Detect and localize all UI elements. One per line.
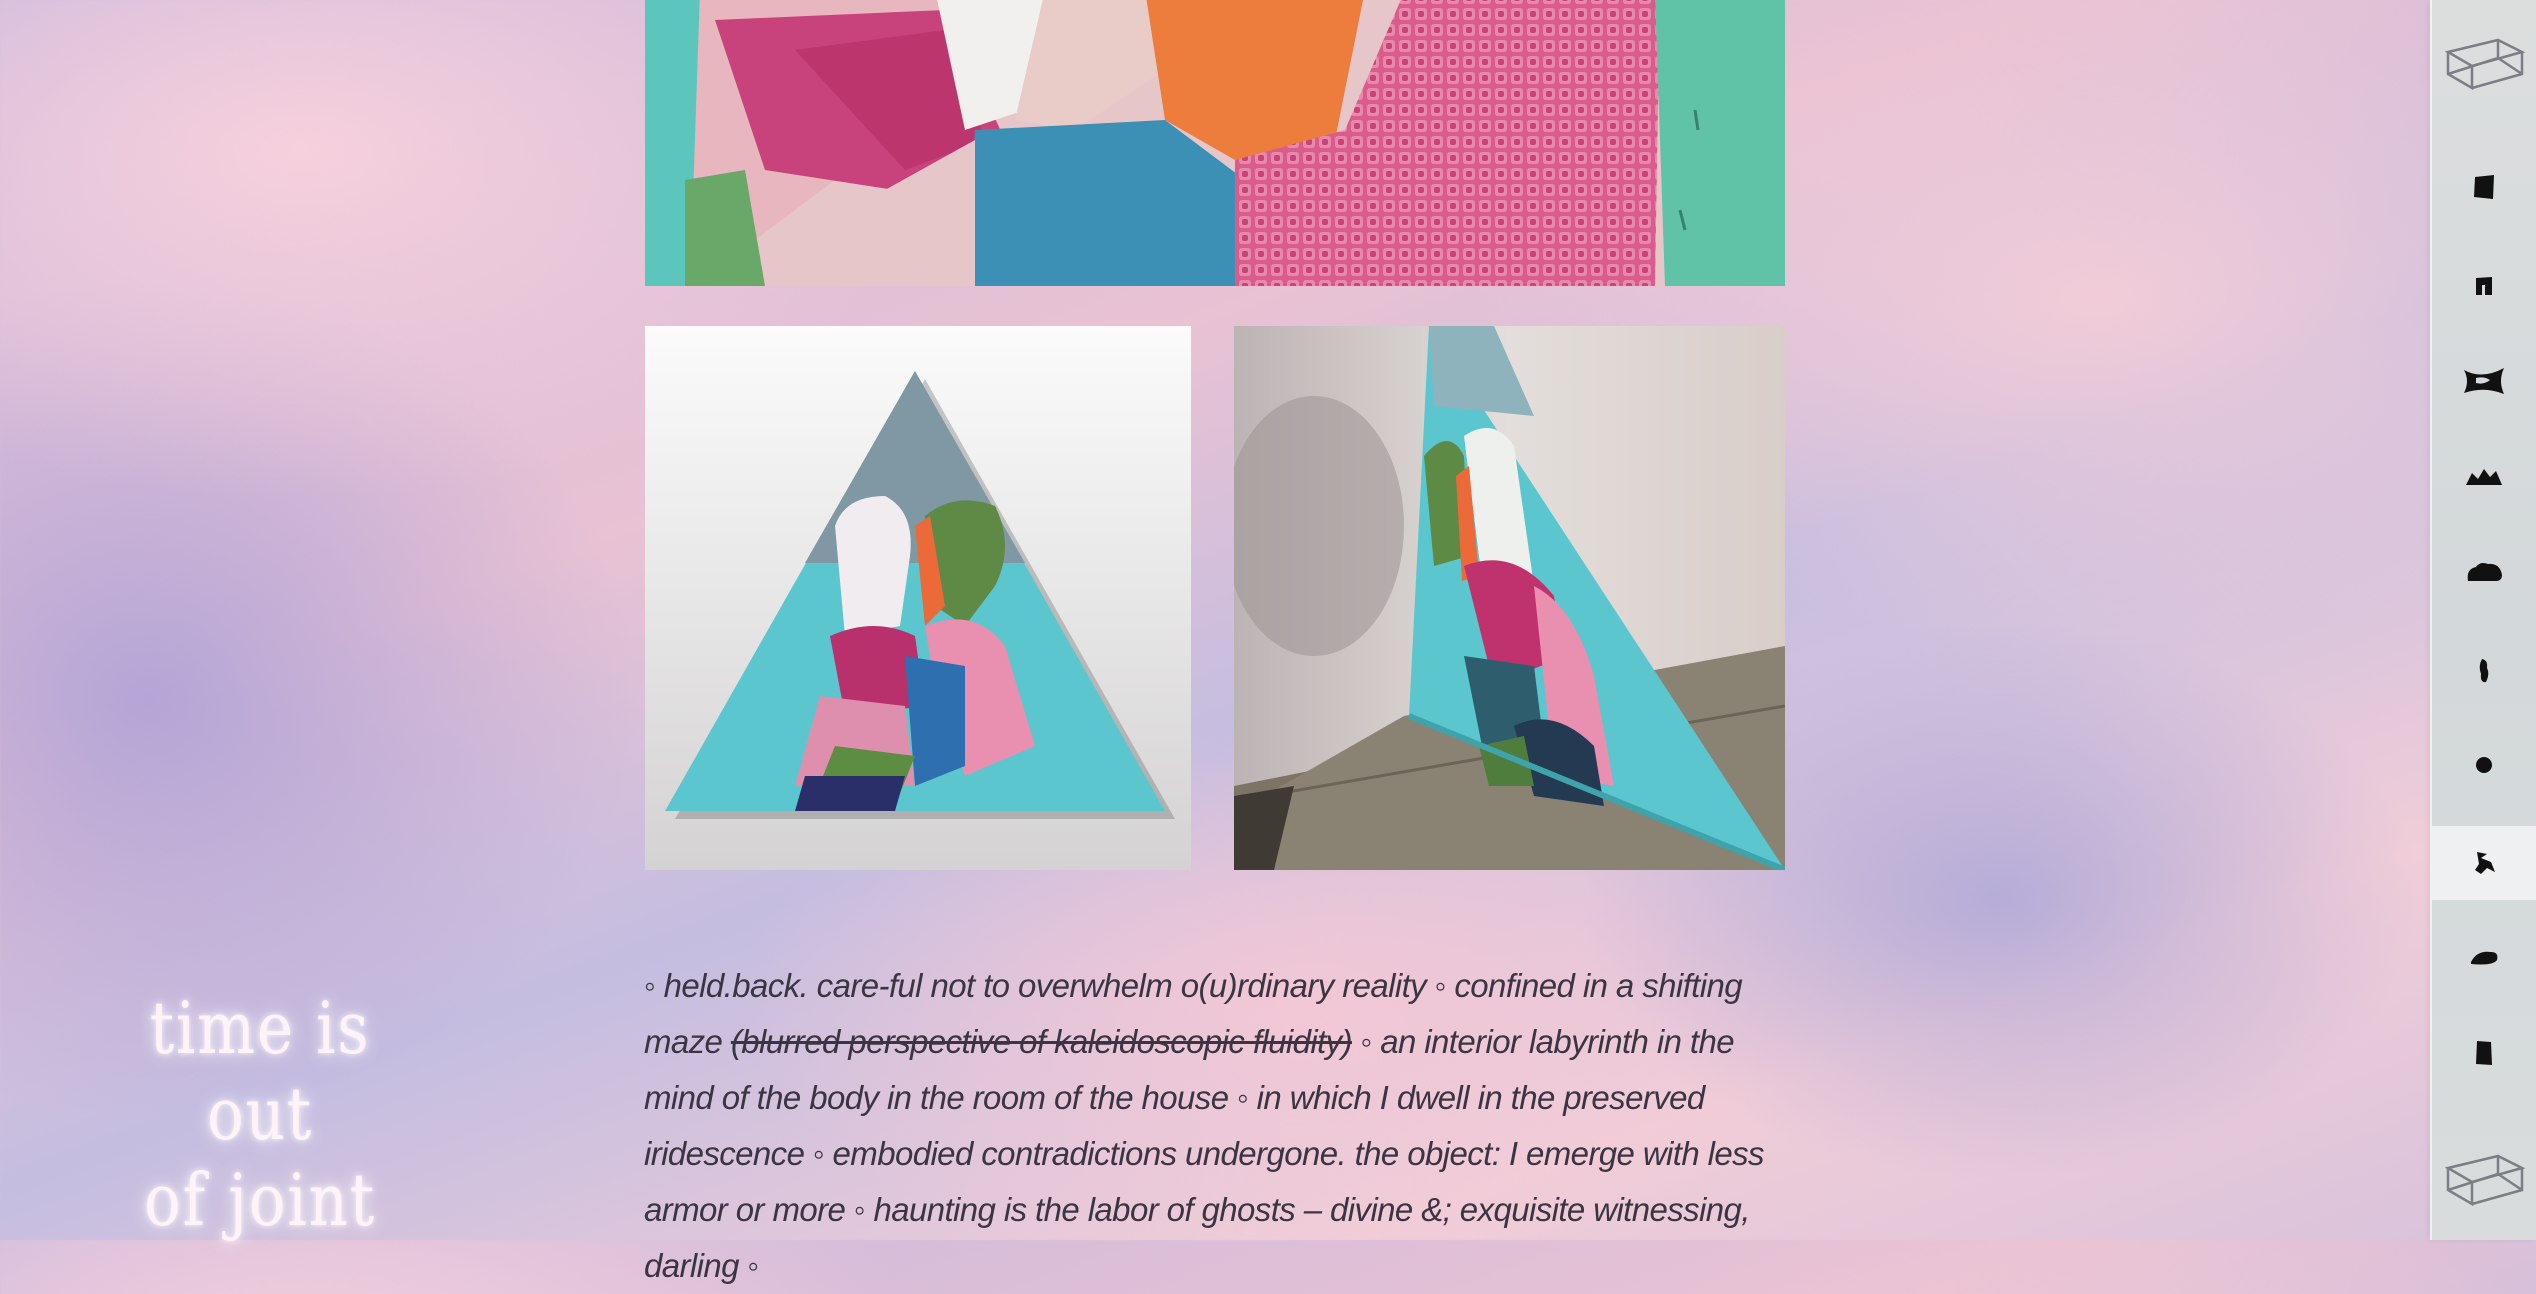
poem-part-2: ◦ an interior labyrinth in the mind of t… <box>644 1023 1765 1284</box>
poem-text: ◦ held.back. care-ful not to overwhelm o… <box>644 958 1794 1294</box>
triangle-artwork-front-image <box>645 326 1191 870</box>
shape-8-icon[interactable] <box>2432 826 2536 900</box>
shape-10-icon[interactable] <box>2432 1016 2536 1090</box>
motto-title: time is out of joint <box>116 985 405 1243</box>
motto-line-1: time is out <box>149 986 371 1156</box>
shape-7-icon[interactable] <box>2432 728 2536 802</box>
shape-3-icon[interactable] <box>2432 344 2536 418</box>
textile-closeup-image <box>645 0 1785 286</box>
poem-strikethrough: (blurred perspective of kaleidoscopic fl… <box>730 1023 1353 1060</box>
shape-2-icon[interactable] <box>2432 248 2536 322</box>
shape-sidebar <box>2430 0 2536 1240</box>
wireframe-cube-icon[interactable] <box>2432 0 2536 124</box>
shape-4-icon[interactable] <box>2432 440 2536 514</box>
motto-line-2: of joint <box>144 1158 376 1242</box>
shape-1-icon[interactable] <box>2432 150 2536 224</box>
shape-9-icon[interactable] <box>2432 920 2536 994</box>
wireframe-cube-bottom-icon[interactable] <box>2432 1116 2536 1240</box>
shape-5-icon[interactable] <box>2432 535 2536 609</box>
shape-6-icon[interactable] <box>2432 634 2536 708</box>
triangle-artwork-side-image <box>1234 326 1785 870</box>
